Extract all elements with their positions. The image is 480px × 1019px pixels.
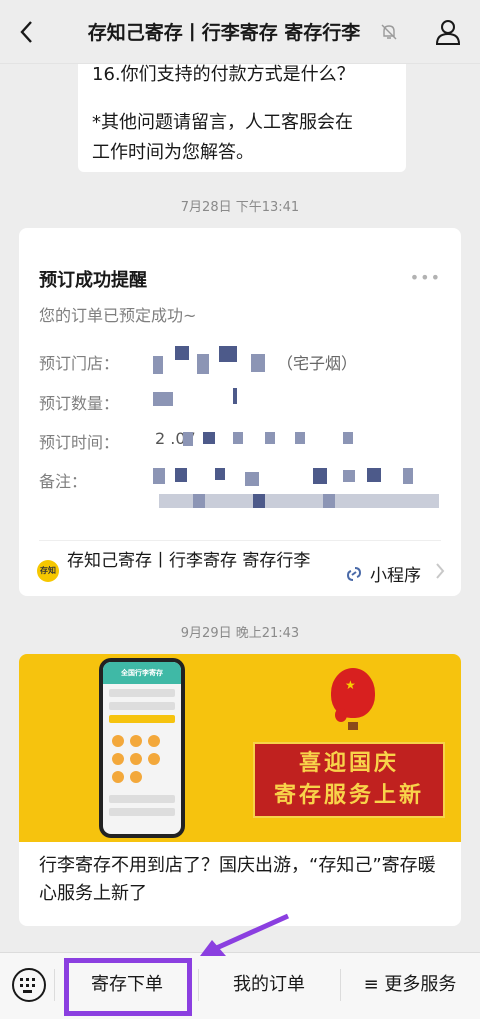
chat-area[interactable]: 16.你们支持的付款方式是什么？ *其他问题请留言，人工客服会在 工作时间为您解… [0,64,480,952]
article-card[interactable]: 全国行李寄存 ★ 喜迎国庆 寄存服务上新 行李寄存不用到店了？国庆出游，“存知己… [19,654,461,926]
chevron-left-icon [20,21,32,43]
article-title: 行李寄存不用到店了？国庆出游，“存知己”寄存暖心服务上新了 [39,855,436,904]
banner-line: 喜迎国庆 [298,751,399,776]
link-icon [346,566,362,581]
profile-button[interactable] [432,16,464,48]
highlight-box [64,958,192,1016]
mini-program-tag: 小程序 [370,566,421,586]
chat-header: 存知己寄存丨行李寄存 寄存行李 [0,0,480,64]
more-options-icon[interactable]: ••• [410,268,441,287]
message-line: 工作时间为您解答。 [92,142,254,163]
banner-slogan: 喜迎国庆 寄存服务上新 [253,742,445,818]
keyboard-icon[interactable] [12,968,46,1002]
bell-off-icon [381,24,397,40]
banner-line: 寄存服务上新 [273,783,424,808]
menu-item-my-orders[interactable]: 我的订单 [198,953,340,1017]
field-label: 备注： [39,472,88,491]
article-banner-image: 全国行李寄存 ★ 喜迎国庆 寄存服务上新 [19,654,461,842]
timestamp: 9月29日 晚上21:43 [180,626,300,641]
chat-title: 存知己寄存丨行李寄存 寄存行李 [87,22,361,44]
mini-program-link[interactable]: 小程序 [344,561,421,586]
card-title: 预订成功提醒 [39,270,147,291]
message-line: 16.你们支持的付款方式是什么？ [92,64,355,85]
star-icon: ★ [345,678,356,692]
field-label: 预订时间： [39,433,120,452]
message-line: *其他问题请留言，人工客服会在 [92,112,353,133]
user-icon [435,20,461,45]
card-subtitle: 您的订单已预定成功~ [39,306,197,325]
mini-program-name[interactable]: 存知己寄存丨行李寄存 寄存行李 [67,548,339,574]
arrow-annotation [200,913,290,956]
field-value: （宅子烟） [277,354,358,373]
back-button[interactable] [10,16,42,48]
field-label: 预订数量： [39,394,120,413]
order-notification-card[interactable]: 预订成功提醒 ••• 您的订单已预定成功~ 预订门店： 预订数量： 预订时间： … [19,228,461,596]
chevron-right-icon [436,563,445,579]
card-divider [39,540,441,541]
field-label: 预订门店： [39,354,120,373]
message-bubble[interactable]: 16.你们支持的付款方式是什么？ *其他问题请留言，人工客服会在 工作时间为您解… [78,64,406,172]
phone-header-text: 全国行李寄存 [103,662,181,684]
menu-item-more-services[interactable]: ≡ 更多服务 [340,953,480,1017]
mini-program-logo: 存知己 [37,560,59,582]
timestamp: 7月28日 下午13:41 [180,200,300,215]
phone-mockup: 全国行李寄存 [99,658,185,838]
